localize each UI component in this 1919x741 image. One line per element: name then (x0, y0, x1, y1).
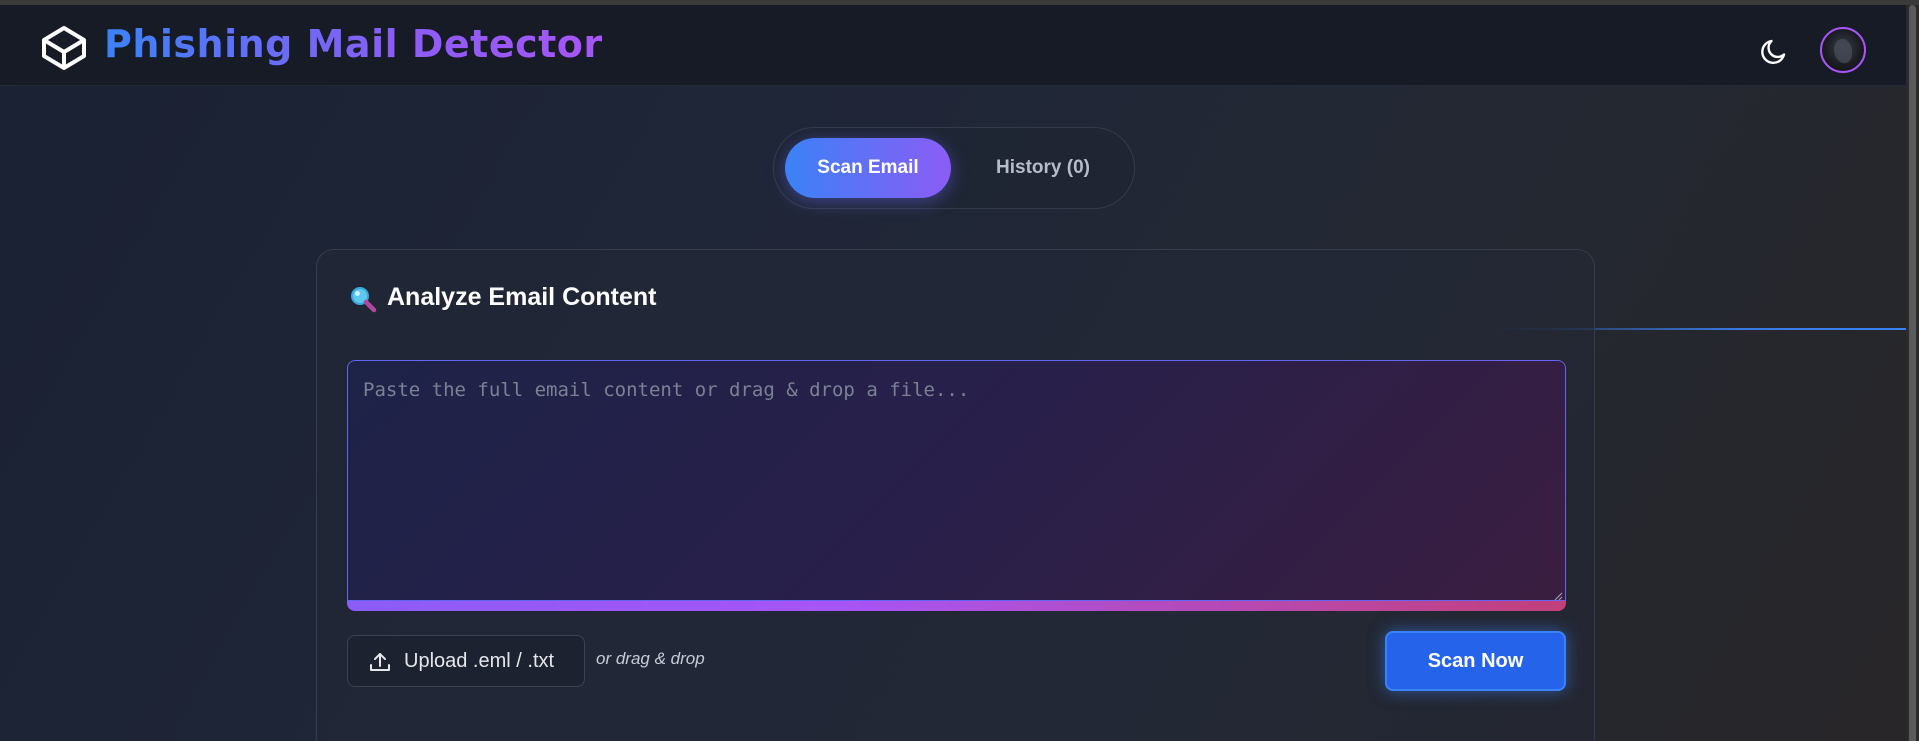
moon-icon[interactable] (1758, 35, 1790, 67)
resize-handle-icon[interactable] (1553, 588, 1563, 601)
email-content-input[interactable] (347, 360, 1566, 601)
upload-file-button[interactable]: Upload .eml / .txt (347, 635, 585, 687)
tab-scan-email[interactable]: Scan Email (785, 138, 951, 198)
analyze-card: Analyze Email Content Upload .eml / .txt… (316, 249, 1595, 741)
cube-icon (40, 24, 88, 72)
scan-now-button[interactable]: Scan Now (1385, 631, 1566, 691)
card-title: Analyze Email Content (387, 283, 657, 311)
input-gradient-bar (347, 601, 1566, 611)
email-input-wrapper (347, 360, 1566, 611)
scrollbar[interactable] (1906, 5, 1919, 741)
app-title: Phishing Mail Detector (104, 22, 603, 66)
tab-history[interactable]: History (0) (960, 138, 1126, 198)
avatar[interactable] (1820, 27, 1866, 73)
upload-button-label: Upload .eml / .txt (404, 650, 555, 672)
tab-bar: Scan Email History (0) (773, 127, 1135, 209)
app-header: Phishing Mail Detector (0, 5, 1919, 86)
scrollbar-thumb[interactable] (1909, 5, 1916, 741)
drag-drop-hint: or drag & drop (596, 649, 705, 668)
upload-icon (368, 650, 392, 674)
magnifying-glass-icon (349, 285, 377, 313)
